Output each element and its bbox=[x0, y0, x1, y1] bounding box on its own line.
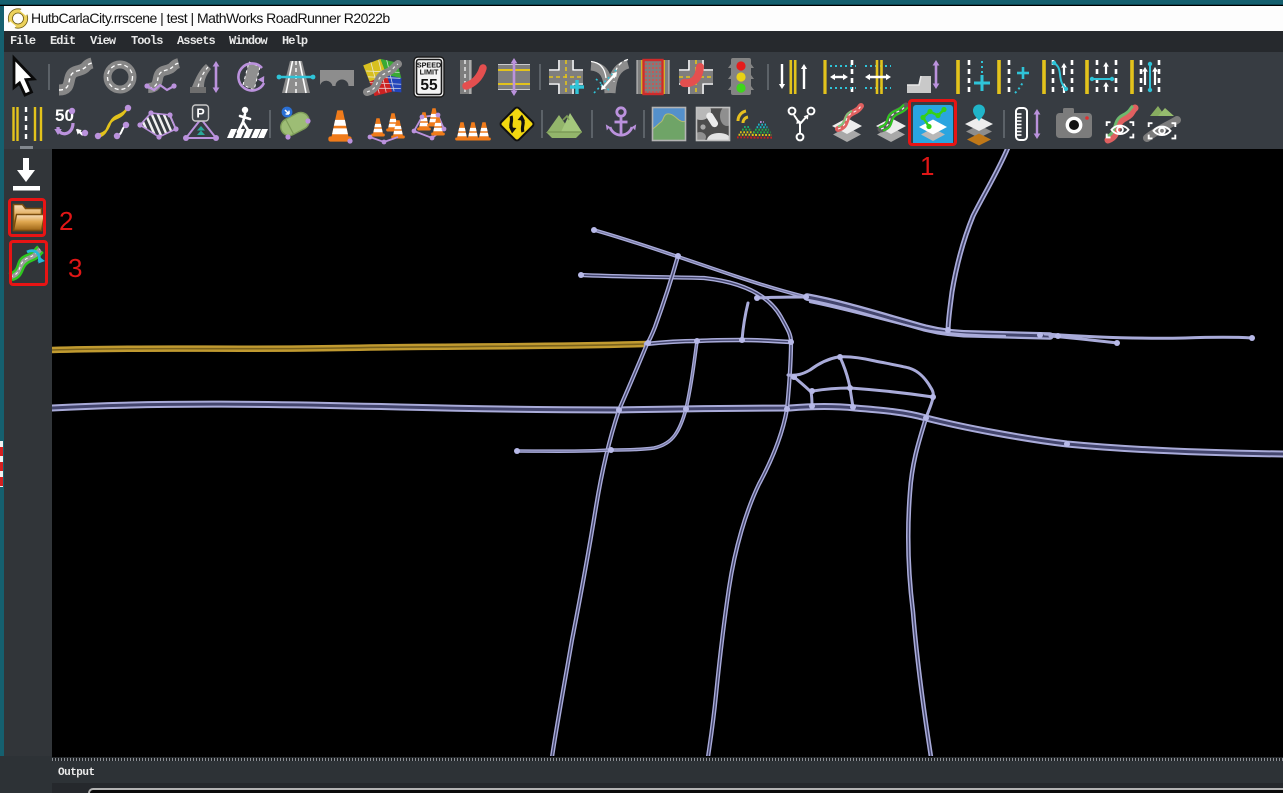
svg-text:55: 55 bbox=[420, 77, 438, 94]
svg-text:P: P bbox=[196, 107, 204, 121]
svg-text:LIMIT: LIMIT bbox=[420, 68, 439, 77]
